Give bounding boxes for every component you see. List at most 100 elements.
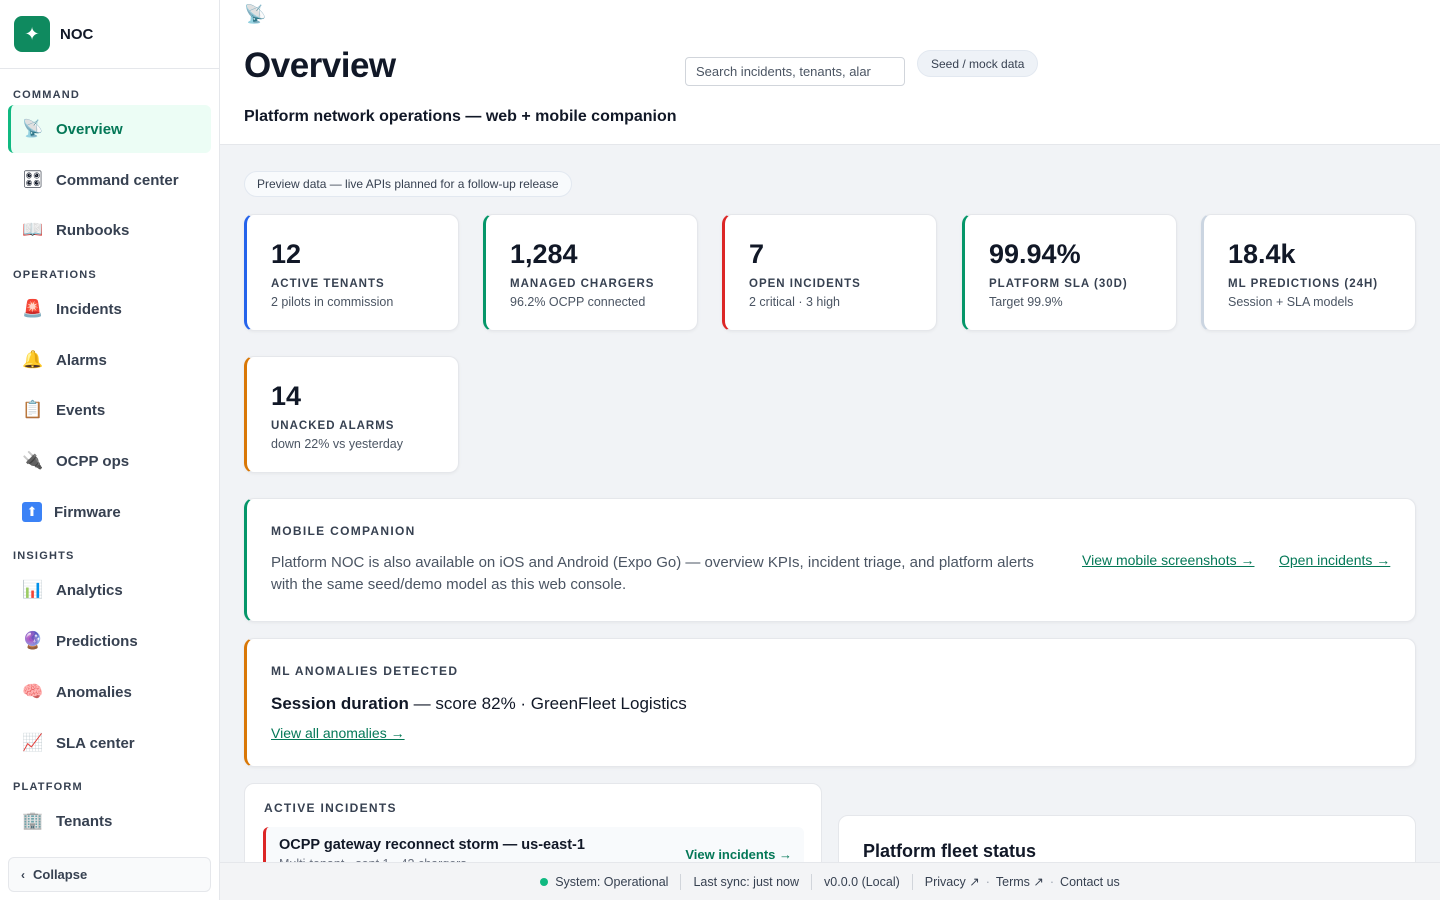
view-mobile-screenshots-link[interactable]: View mobile screenshots → [1082, 552, 1254, 568]
kpi-card-managed-chargers[interactable]: 1,284 MANAGED CHARGERS 96.2% OCPP connec… [483, 214, 698, 331]
sidebar-item-label: OCPP ops [56, 452, 130, 470]
brand-name: NOC [60, 25, 94, 43]
collapse-button[interactable]: ‹ Collapse [8, 857, 211, 892]
kpi-subtext: 2 critical · 3 high [749, 295, 841, 309]
kpi-subtext: 96.2% OCPP connected [510, 295, 646, 309]
section-platform: PLATFORM [13, 781, 83, 793]
sidebar-item-label: SLA center [56, 734, 135, 752]
sidebar-item-anomalies[interactable]: 🧠 Anomalies [8, 668, 211, 716]
sidebar-item-label: Analytics [56, 581, 123, 599]
sidebar-item-events[interactable]: 📋 Events [8, 386, 211, 434]
sidebar-item-command-center[interactable]: 🎛 Command center [8, 156, 211, 204]
system-status: System: Operational [540, 875, 668, 889]
up-arrow-icon: ⬆ [22, 502, 42, 522]
chevron-left-icon: ‹ [21, 867, 25, 882]
sidebar-item-sla-center[interactable]: 📈 SLA center [8, 719, 211, 767]
panel-heading: ACTIVE INCIDENTS [264, 801, 397, 815]
sidebar-item-label: Firmware [54, 503, 121, 521]
kpi-subtext: Target 99.9% [989, 295, 1063, 309]
dot-separator: · [985, 874, 990, 889]
bar-chart-icon: 📊 [22, 580, 44, 599]
system-status-label: System: Operational [555, 874, 669, 889]
kpi-label: ACTIVE TENANTS [271, 278, 385, 290]
sidebar-item-label: Predictions [56, 632, 138, 650]
kpi-card-ml-predictions[interactable]: 18.4k ML PREDICTIONS (24H) Session + SLA… [1201, 214, 1416, 331]
page-subtitle: Platform network operations — web + mobi… [244, 108, 677, 125]
view-all-anomalies-link[interactable]: View all anomalies → [271, 725, 405, 741]
open-incidents-link[interactable]: Open incidents → [1279, 552, 1390, 568]
sidebar-item-firmware[interactable]: ⬆ Firmware [8, 488, 211, 536]
kpi-label: MANAGED CHARGERS [510, 278, 655, 290]
terms-link[interactable]: Terms ↗ [996, 874, 1044, 889]
mobile-companion-panel: MOBILE COMPANION Platform NOC is also av… [244, 498, 1416, 622]
panel-heading: ML ANOMALIES DETECTED [271, 664, 459, 678]
version-label: v0.0.0 (Local) [824, 874, 900, 889]
preview-data-badge: Preview data — live APIs planned for a f… [244, 171, 572, 197]
kpi-label: PLATFORM SLA (30D) [989, 278, 1128, 290]
page-header: 📡 Overview Seed / mock data Platform net… [220, 0, 1440, 145]
kpi-value: 99.94% [989, 239, 1081, 269]
section-operations: OPERATIONS [13, 269, 97, 281]
anomaly-metric: Session duration [271, 694, 409, 713]
collapse-label: Collapse [33, 867, 88, 882]
satellite-icon: 📡 [244, 4, 267, 24]
sidebar-item-label: Overview [56, 120, 123, 138]
book-icon: 📖 [22, 220, 44, 239]
status-bar: System: Operational Last sync: just now … [220, 862, 1440, 900]
mobile-companion-description: Platform NOC is also available on iOS an… [271, 554, 1034, 593]
anomaly-detail: — score 82% · GreenFleet Logistics [408, 694, 687, 713]
siren-icon: 🚨 [22, 299, 44, 318]
crystal-ball-icon: 🔮 [22, 631, 44, 650]
sidebar-item-label: Command center [56, 171, 179, 189]
section-insights: INSIGHTS [13, 550, 75, 562]
section-command: COMMAND [13, 89, 81, 101]
satellite-icon: 📡 [22, 119, 44, 138]
divider [811, 873, 813, 890]
sidebar-item-label: Tenants [56, 812, 113, 830]
sidebar-item-overview[interactable]: 📡 Overview [8, 105, 211, 153]
kpi-value: 18.4k [1228, 239, 1296, 269]
sidebar-item-predictions[interactable]: 🔮 Predictions [8, 617, 211, 665]
kpi-card-open-incidents[interactable]: 7 OPEN INCIDENTS 2 critical · 3 high [722, 214, 937, 331]
privacy-link[interactable]: Privacy ↗ [925, 874, 980, 889]
sidebar-item-label: Events [56, 401, 106, 419]
status-dot-icon [540, 877, 549, 886]
view-incidents-link[interactable]: View incidents → [685, 847, 792, 862]
kpi-card-unacked-alarms[interactable]: 14 UNACKED ALARMS down 22% vs yesterday [244, 356, 459, 473]
sidebar-item-runbooks[interactable]: 📖 Runbooks [8, 206, 211, 254]
contact-us-link[interactable]: Contact us [1060, 875, 1120, 889]
sidebar: ✦ NOC COMMAND 📡 Overview 🎛 Command cente… [0, 0, 220, 900]
sidebar-item-tenants[interactable]: 🏢 Tenants [8, 797, 211, 845]
kpi-subtext: 2 pilots in commission [271, 295, 394, 309]
kpi-subtext: Session + SLA models [1228, 295, 1354, 309]
kpi-card-platform-sla[interactable]: 99.94% PLATFORM SLA (30D) Target 99.9% [962, 214, 1177, 331]
dot-separator: · [1049, 874, 1055, 889]
kpi-label: OPEN INCIDENTS [749, 278, 861, 290]
sidebar-item-label: Runbooks [56, 221, 130, 239]
sidebar-item-analytics[interactable]: 📊 Analytics [8, 566, 211, 614]
sidebar-item-label: Anomalies [56, 683, 132, 701]
incident-title: OCPP gateway reconnect storm — us-east-1 [279, 837, 585, 853]
kpi-label: UNACKED ALARMS [271, 420, 395, 432]
search-input[interactable] [685, 57, 905, 86]
brand[interactable]: ✦ NOC [0, 0, 219, 69]
office-building-icon: 🏢 [22, 811, 44, 830]
kpi-subtext: down 22% vs yesterday [271, 437, 404, 451]
kpi-value: 1,284 [510, 239, 578, 269]
sidebar-item-ocpp-ops[interactable]: 🔌 OCPP ops [8, 437, 211, 485]
kpi-card-active-tenants[interactable]: 12 ACTIVE TENANTS 2 pilots in commission [244, 214, 459, 331]
kpi-value: 14 [271, 381, 302, 411]
sidebar-item-label: Incidents [56, 300, 122, 318]
bell-icon: 🔔 [22, 350, 44, 369]
sidebar-item-alarms[interactable]: 🔔 Alarms [8, 336, 211, 384]
trend-chart-icon: 📈 [22, 733, 44, 752]
panel-heading: MOBILE COMPANION [271, 524, 416, 538]
divider [911, 873, 913, 890]
kpi-value: 7 [749, 239, 765, 269]
sidebar-item-incidents[interactable]: 🚨 Incidents [8, 285, 211, 333]
kpi-value: 12 [271, 239, 302, 269]
last-sync: Last sync: just now [693, 874, 800, 889]
page-title: Overview [244, 46, 396, 85]
divider [680, 873, 682, 890]
seed-data-badge: Seed / mock data [917, 50, 1039, 77]
